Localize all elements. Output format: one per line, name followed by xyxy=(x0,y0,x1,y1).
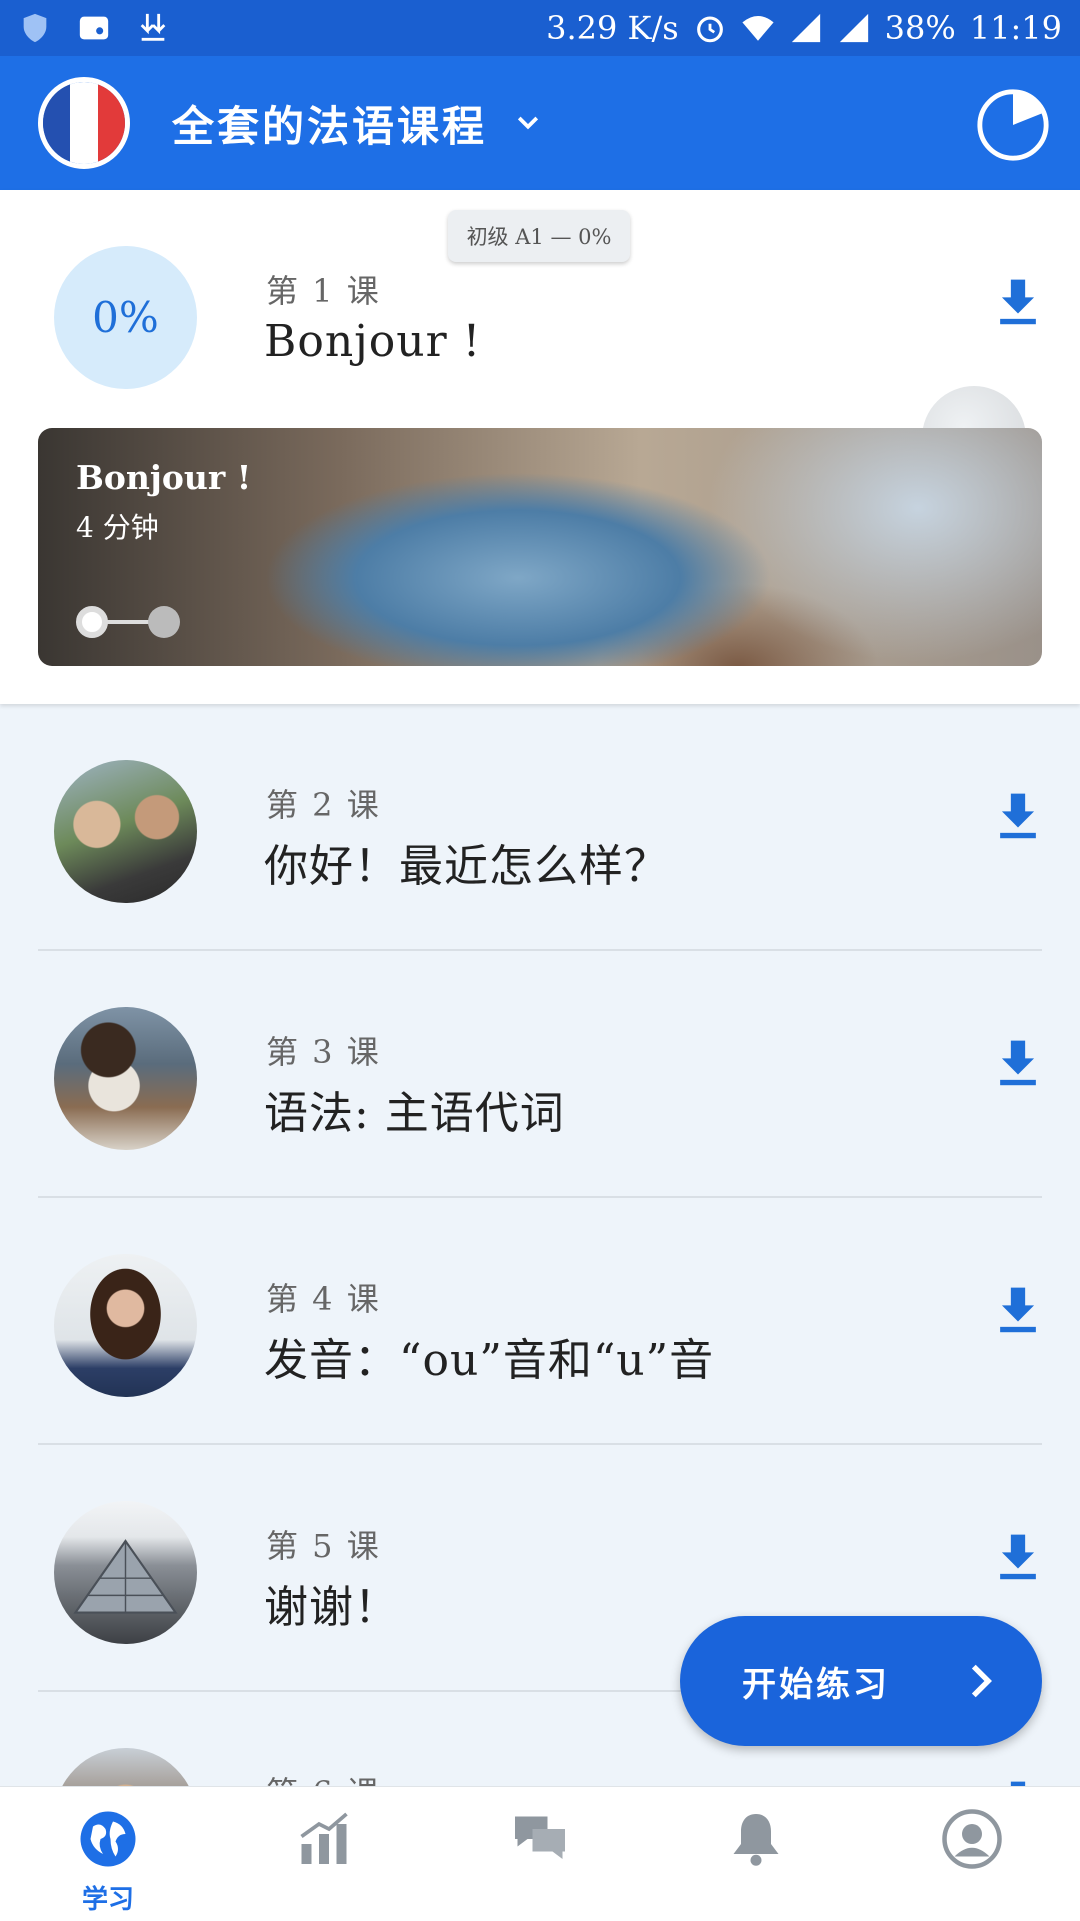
download-icon[interactable] xyxy=(996,1284,1040,1334)
chevron-down-icon[interactable] xyxy=(513,108,543,138)
course-title[interactable]: 全套的法语课程 xyxy=(172,93,487,154)
signal-icon-2 xyxy=(839,13,868,43)
lesson-progress-circle: 0% xyxy=(54,246,197,389)
french-flag-icon[interactable] xyxy=(38,77,130,169)
chevron-right-icon xyxy=(971,1664,992,1698)
activity-steps-indicator xyxy=(76,604,180,640)
battery-level: 38% xyxy=(884,9,956,47)
lesson-row-2[interactable]: 第 2 课 你好！最近怎么样？ xyxy=(0,704,1080,951)
download-icon[interactable] xyxy=(996,1778,1040,1786)
lesson-title: 语法: 主语代词 xyxy=(264,1088,565,1139)
nav-progress[interactable] xyxy=(216,1787,432,1921)
download-icon[interactable] xyxy=(996,276,1040,326)
status-bar: 3.29 K/s 38% 11:19 xyxy=(0,0,1080,56)
lesson-title: 你好！最近怎么样？ xyxy=(264,841,669,892)
lesson-number: 第 2 课 xyxy=(266,786,381,824)
shield-icon xyxy=(23,13,47,43)
lesson-number: 第 3 课 xyxy=(266,1033,381,1071)
nav-profile[interactable] xyxy=(864,1787,1080,1921)
signal-icon xyxy=(791,13,820,43)
activity-title: Bonjour ! xyxy=(76,458,252,497)
level-chip: 初级 A1 — 0% xyxy=(448,210,630,262)
bell-icon xyxy=(733,1814,779,1866)
photo-woman-smiling-icon xyxy=(54,1254,197,1397)
photo-man-icon xyxy=(54,1748,197,1786)
lesson-title: 发音：“ou”音和“u”音 xyxy=(264,1335,715,1386)
photo-woman-writing-icon xyxy=(54,1007,197,1150)
nav-learn-label: 学习 xyxy=(81,1885,134,1915)
app-header: 全套的法语课程 xyxy=(0,56,1080,190)
lesson-row-3[interactable]: 第 3 课 语法: 主语代词 xyxy=(0,951,1080,1198)
globe-icon xyxy=(80,1811,136,1867)
activity-duration: 4 分钟 xyxy=(76,511,159,544)
lesson-row-4[interactable]: 第 4 课 发音：“ou”音和“u”音 xyxy=(0,1198,1080,1445)
photo-louvre-icon xyxy=(54,1501,197,1644)
download-icon[interactable] xyxy=(996,1037,1040,1087)
download-icon[interactable] xyxy=(996,1531,1040,1581)
lesson-number: 第 4 课 xyxy=(266,1280,381,1318)
chat-icon xyxy=(515,1816,565,1859)
download-icon[interactable] xyxy=(996,790,1040,840)
nav-learn[interactable]: 学习 xyxy=(0,1787,216,1921)
lesson-number: 第 6 课 xyxy=(266,1768,381,1786)
wifi-icon xyxy=(742,15,774,41)
lesson-number: 第 1 课 xyxy=(266,272,381,310)
lesson-1-card[interactable]: 初级 A1 — 0% 0% 第 1 课 Bonjour ! Bonjour ! … xyxy=(0,190,1080,704)
lesson-1-activity-card[interactable]: Bonjour ! 4 分钟 xyxy=(38,428,1042,666)
download-notification-icon xyxy=(140,13,166,41)
lesson-number: 第 5 课 xyxy=(266,1527,381,1565)
lesson-title: 谢谢！ xyxy=(264,1582,399,1633)
profile-icon xyxy=(942,1809,1002,1869)
daily-goal-progress-icon[interactable] xyxy=(974,86,1052,164)
start-practice-button[interactable]: 开始练习 xyxy=(680,1616,1042,1746)
bottom-navigation: 学习 xyxy=(0,1786,1080,1921)
alarm-icon xyxy=(696,16,723,43)
network-speed: 3.29 K/s xyxy=(546,9,679,47)
lesson-title: Bonjour ! xyxy=(264,316,482,367)
photo-friends-icon xyxy=(54,760,197,903)
nav-community[interactable] xyxy=(432,1787,648,1921)
stats-icon xyxy=(300,1812,348,1864)
clock: 11:19 xyxy=(969,9,1062,47)
card-icon xyxy=(79,16,109,40)
start-practice-label: 开始练习 xyxy=(742,1664,890,1705)
nav-notifications[interactable] xyxy=(648,1787,864,1921)
